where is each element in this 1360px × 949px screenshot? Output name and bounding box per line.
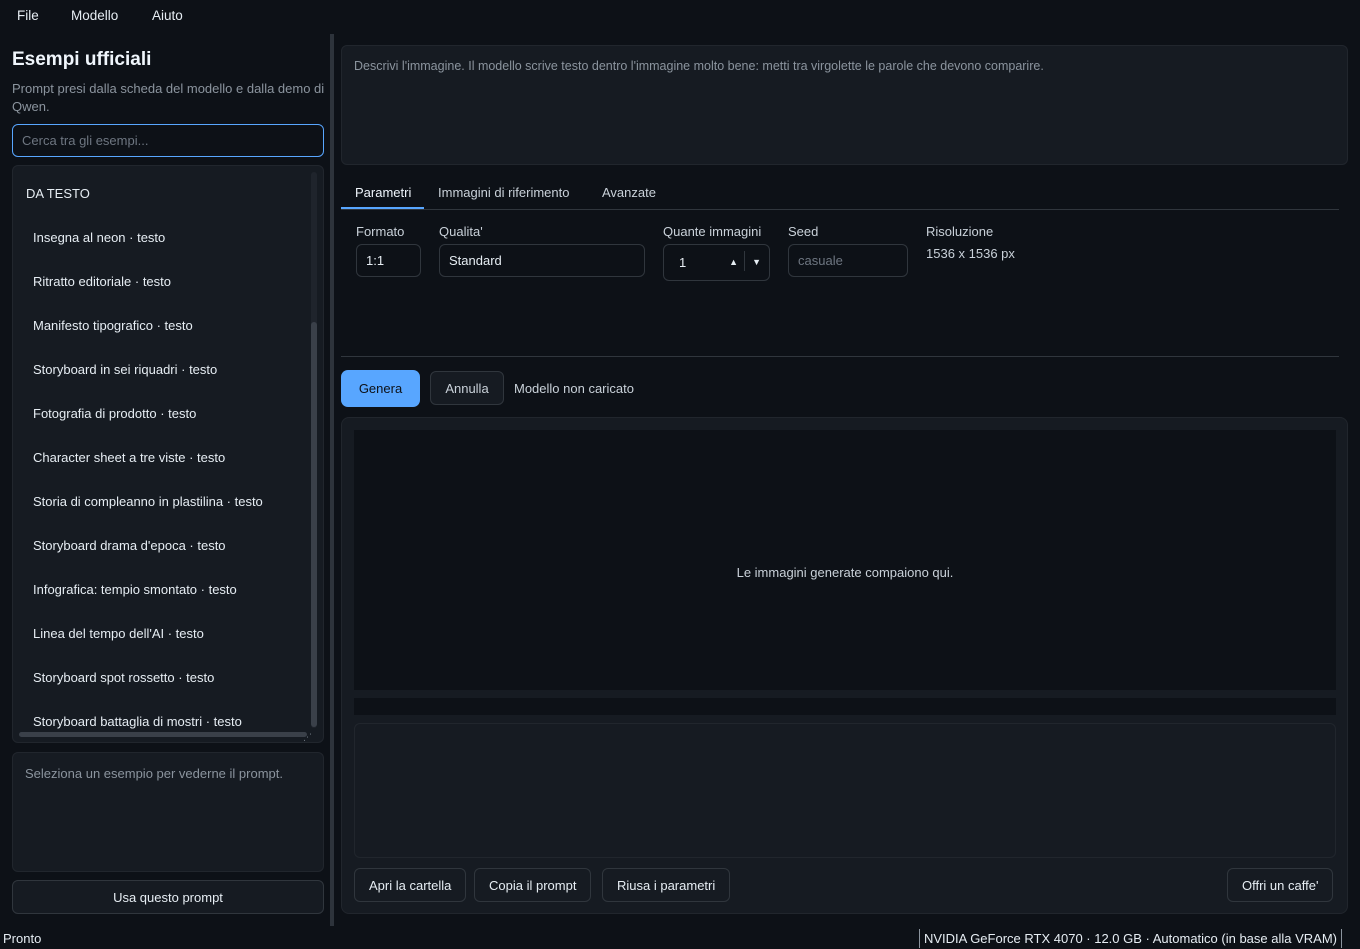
cancel-button[interactable]: Annulla (430, 371, 504, 405)
resize-grip-icon[interactable]: ⋰ (303, 732, 312, 742)
resolution-label: Risoluzione (926, 224, 994, 239)
list-scroll-thumb[interactable] (311, 322, 317, 727)
menu-modello[interactable]: Modello (71, 8, 118, 23)
examples-list: DA TESTO Insegna al neon · testo Ritratt… (12, 165, 324, 743)
sidebar-subtitle: Prompt presi dalla scheda del modello e … (12, 81, 325, 114)
list-item[interactable]: Storyboard in sei riquadri · testo (33, 362, 217, 377)
resolution-value: 1536 x 1536 px (926, 246, 1015, 261)
active-tab-indicator (341, 207, 424, 209)
menu-aiuto[interactable]: Aiuto (152, 8, 183, 23)
output-details (354, 723, 1336, 858)
arrow-down-icon[interactable]: ▼ (752, 245, 761, 280)
list-item[interactable]: Fotografia di prodotto · testo (33, 406, 196, 421)
status-bar: Pronto NVIDIA GeForce RTX 4070 · 12.0 GB… (0, 927, 1360, 949)
output-panel: Le immagini generate compaiono qui. Apri… (341, 417, 1348, 914)
list-section-header: DA TESTO (26, 186, 90, 201)
menu-file[interactable]: File (17, 8, 39, 23)
list-horizontal-scrollbar[interactable] (19, 732, 307, 737)
menu-bar: File Modello Aiuto (0, 0, 1360, 30)
image-canvas[interactable]: Le immagini generate compaiono qui. (354, 430, 1336, 690)
empty-output-message: Le immagini generate compaiono qui. (736, 565, 954, 580)
gpu-info: NVIDIA GeForce RTX 4070 · 12.0 GB · Auto… (918, 929, 1342, 948)
copy-prompt-button[interactable]: Copia il prompt (474, 868, 592, 902)
count-label: Quante immagini (663, 224, 762, 239)
count-value: 1 (679, 255, 687, 270)
list-item[interactable]: Linea del tempo dell'AI · testo (33, 626, 204, 641)
prompt-input[interactable] (341, 45, 1348, 165)
use-prompt-button[interactable]: Usa questo prompt (12, 880, 324, 914)
count-stepper[interactable]: 1 ▲ ▼ (663, 244, 770, 281)
tab-parametri[interactable]: Parametri (355, 185, 411, 200)
list-item[interactable]: Infografica: tempio smontato · testo (33, 582, 237, 597)
tab-avanzate[interactable]: Avanzate (602, 185, 656, 200)
format-select[interactable]: 1:1 (356, 244, 421, 277)
parameters-panel: Formato 1:1 Qualita' Standard Quante imm… (341, 211, 1339, 357)
model-status: Modello non caricato (514, 381, 634, 396)
examples-search-input[interactable] (12, 124, 324, 157)
thumbnail-strip[interactable] (354, 698, 1336, 715)
seed-input[interactable]: casuale (788, 244, 908, 277)
coffee-button[interactable]: Offri un caffe' (1227, 868, 1334, 902)
tab-immagini-riferimento[interactable]: Immagini di riferimento (438, 185, 570, 200)
arrow-up-icon[interactable]: ▲ (729, 245, 738, 280)
tab-bar: Parametri Immagini di riferimento Avanza… (341, 176, 1339, 210)
list-vertical-scrollbar[interactable] (311, 172, 317, 728)
generate-button[interactable]: Genera (341, 370, 420, 407)
panel-splitter[interactable] (330, 34, 334, 926)
quality-select[interactable]: Standard (439, 244, 645, 277)
open-folder-button[interactable]: Apri la cartella (354, 868, 467, 902)
list-item[interactable]: Storyboard drama d'epoca · testo (33, 538, 226, 553)
status-text: Pronto (3, 931, 42, 946)
list-item[interactable]: Ritratto editoriale · testo (33, 274, 171, 289)
format-label: Formato (356, 224, 405, 239)
sidebar-title: Esempi ufficiali (12, 49, 152, 70)
quality-label: Qualita' (439, 224, 483, 239)
list-item[interactable]: Storia di compleanno in plastilina · tes… (33, 494, 263, 509)
list-item[interactable]: Storyboard spot rossetto · testo (33, 670, 214, 685)
list-item[interactable]: Character sheet a tre viste · testo (33, 450, 225, 465)
list-item[interactable]: Insegna al neon · testo (33, 230, 165, 245)
list-item[interactable]: Storyboard battaglia di mostri · testo (33, 714, 242, 729)
prompt-preview: Seleziona un esempio per vederne il prom… (12, 752, 324, 872)
reuse-params-button[interactable]: Riusa i parametri (602, 868, 731, 902)
list-item[interactable]: Manifesto tipografico · testo (33, 318, 193, 333)
seed-label: Seed (788, 224, 819, 239)
